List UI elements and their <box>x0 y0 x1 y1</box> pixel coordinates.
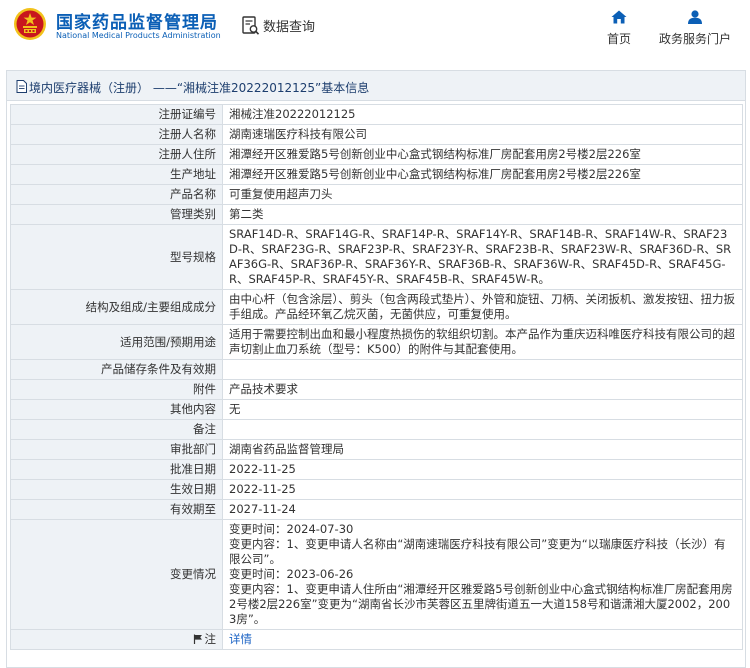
table-row: 其他内容 无 <box>10 399 743 420</box>
table-row: 结构及组成/主要组成成分 由中心杆（包含涂层）、剪头（包含两段式垫片）、外管和旋… <box>10 289 743 325</box>
field-value-composition: 由中心杆（包含涂层）、剪头（包含两段式垫片）、外管和旋钮、刀柄、关闭扳机、激发按… <box>222 289 743 325</box>
field-value-reg-address: 湘潭经开区雅爱路5号创新创业中心盒式钢结构标准厂房配套用房2号楼2层226室 <box>222 144 743 165</box>
home-icon <box>611 10 627 24</box>
field-label: 型号规格 <box>10 224 223 290</box>
field-label: 审批部门 <box>10 439 223 460</box>
change-line: 变更内容：1、变更申请人名称由“湖南速瑞医疗科技有限公司”变更为“以瑞康医疗科技… <box>229 537 726 566</box>
field-label: 生效日期 <box>10 479 223 500</box>
table-row: 注 详情 <box>10 629 743 650</box>
change-line: 变更内容：1、变更申请人住所由“湘潭经开区雅爱路5号创新创业中心盒式钢结构标准厂… <box>229 582 733 626</box>
page-title: 数据查询 <box>263 20 316 35</box>
field-label: 结构及组成/主要组成成分 <box>10 289 223 325</box>
field-label: 适用范围/预期用途 <box>10 324 223 360</box>
field-label-note: 注 <box>10 629 223 650</box>
field-value-models: SRAF14D-R、SRAF14G-R、SRAF14P-R、SRAF14Y-R、… <box>222 224 743 290</box>
nav-home[interactable]: 首页 <box>603 10 635 47</box>
table-row: 批准日期 2022-11-25 <box>10 459 743 480</box>
info-panel: 境内医疗器械（注册） ——“湘械注准20222012125”基本信息 注册证编号… <box>6 70 746 668</box>
brand-name-en[interactable]: National Medical Products Administration <box>56 31 221 40</box>
field-label: 批准日期 <box>10 459 223 480</box>
field-value-expiry-date: 2027-11-24 <box>222 499 743 520</box>
table-row: 型号规格 SRAF14D-R、SRAF14G-R、SRAF14P-R、SRAF1… <box>10 224 743 290</box>
field-value-scope: 适用于需要控制出血和最小程度热损伤的软组织切割。本产品作为重庆迈科唯医疗科技有限… <box>222 324 743 360</box>
field-label: 产品名称 <box>10 184 223 205</box>
change-line: 变更时间：2023-06-26 <box>229 567 354 581</box>
field-value-approve-date: 2022-11-25 <box>222 459 743 480</box>
field-value-reg-no: 湘械注准20222012125 <box>222 104 743 125</box>
field-label: 注册人住所 <box>10 144 223 165</box>
panel-header: 境内医疗器械（注册） ——“湘械注准20222012125”基本信息 <box>7 71 745 101</box>
field-label: 附件 <box>10 379 223 400</box>
change-line: 变更时间：2024-07-30 <box>229 522 354 536</box>
field-value-attachment: 产品技术要求 <box>222 379 743 400</box>
field-value-prod-address: 湘潭经开区雅爱路5号创新创业中心盒式钢结构标准厂房配套用房2号楼2层226室 <box>222 164 743 185</box>
flag-icon <box>193 634 202 644</box>
table-row: 注册人住所 湘潭经开区雅爱路5号创新创业中心盒式钢结构标准厂房配套用房2号楼2层… <box>10 144 743 165</box>
field-label: 变更情况 <box>10 519 223 630</box>
document-icon <box>16 80 27 93</box>
field-value-effect-date: 2022-11-25 <box>222 479 743 500</box>
table-row: 注册证编号 湘械注准20222012125 <box>10 104 743 125</box>
panel-title: 境内医疗器械（注册） ——“湘械注准20222012125”基本信息 <box>29 81 370 95</box>
national-emblem-icon <box>14 8 46 40</box>
nav-services-label: 政务服务门户 <box>658 32 731 46</box>
search-document-icon <box>242 16 260 35</box>
table-row: 备注 <box>10 419 743 440</box>
field-value-note: 详情 <box>222 629 743 650</box>
field-value-authority: 湖南省药品监督管理局 <box>222 439 743 460</box>
user-icon <box>688 10 702 24</box>
details-link[interactable]: 详情 <box>229 632 252 646</box>
device-info-table: 注册证编号 湘械注准20222012125 注册人名称 湖南速瑞医疗科技有限公司… <box>10 104 743 650</box>
field-label: 注册证编号 <box>10 104 223 125</box>
brand-name-cn[interactable]: 国家药品监督管理局 <box>56 8 218 33</box>
table-row: 附件 产品技术要求 <box>10 379 743 400</box>
field-value-other: 无 <box>222 399 743 420</box>
field-value-remark <box>222 419 743 440</box>
field-value-registrant: 湖南速瑞医疗科技有限公司 <box>222 124 743 145</box>
table-row: 生效日期 2022-11-25 <box>10 479 743 500</box>
table-row: 产品储存条件及有效期 <box>10 359 743 380</box>
table-row: 注册人名称 湖南速瑞医疗科技有限公司 <box>10 124 743 145</box>
nav-home-label: 首页 <box>606 32 631 46</box>
field-value-storage <box>222 359 743 380</box>
field-label: 备注 <box>10 419 223 440</box>
table-row: 管理类别 第二类 <box>10 204 743 225</box>
field-value-category: 第二类 <box>222 204 743 225</box>
table-row: 产品名称 可重复使用超声刀头 <box>10 184 743 205</box>
table-row: 有效期至 2027-11-24 <box>10 499 743 520</box>
field-label: 管理类别 <box>10 204 223 225</box>
field-value-changes: 变更时间：2024-07-30 变更内容：1、变更申请人名称由“湖南速瑞医疗科技… <box>222 519 743 630</box>
field-label: 产品储存条件及有效期 <box>10 359 223 380</box>
note-label: 注 <box>204 632 217 646</box>
field-value-product-name: 可重复使用超声刀头 <box>222 184 743 205</box>
table-row: 生产地址 湘潭经开区雅爱路5号创新创业中心盒式钢结构标准厂房配套用房2号楼2层2… <box>10 164 743 185</box>
nav-services-portal[interactable]: 政务服务门户 <box>658 10 732 47</box>
table-row: 审批部门 湖南省药品监督管理局 <box>10 439 743 460</box>
site-header: 国家药品监督管理局 National Medical Products Admi… <box>0 0 750 56</box>
field-label: 生产地址 <box>10 164 223 185</box>
table-row: 变更情况 变更时间：2024-07-30 变更内容：1、变更申请人名称由“湖南速… <box>10 519 743 630</box>
table-row: 适用范围/预期用途 适用于需要控制出血和最小程度热损伤的软组织切割。本产品作为重… <box>10 324 743 360</box>
field-label: 其他内容 <box>10 399 223 420</box>
field-label: 有效期至 <box>10 499 223 520</box>
field-label: 注册人名称 <box>10 124 223 145</box>
